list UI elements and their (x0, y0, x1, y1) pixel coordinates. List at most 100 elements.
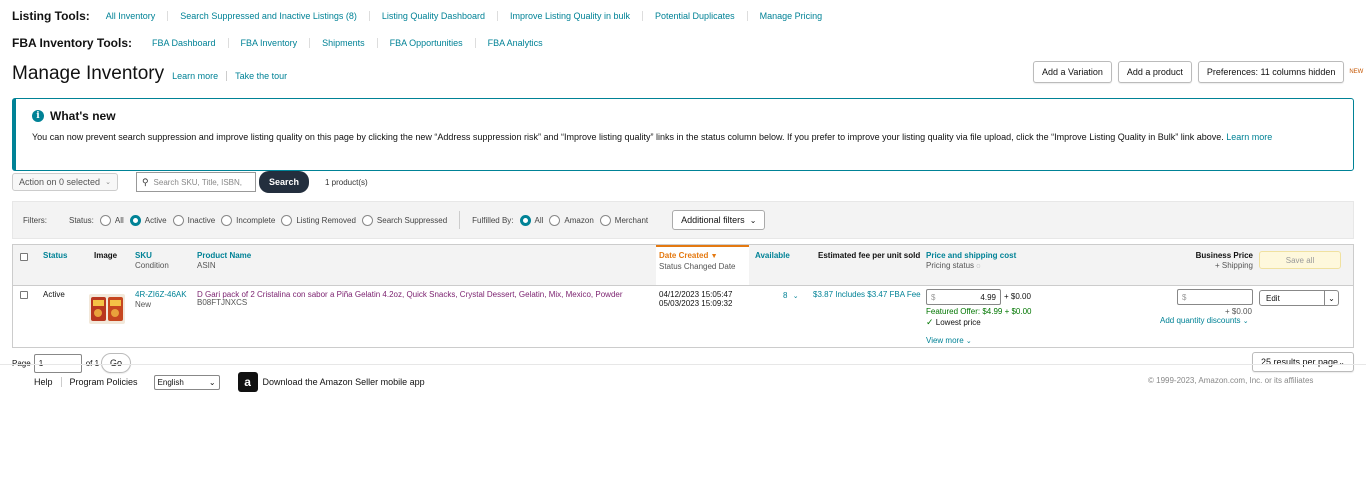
nav-search-suppressed[interactable]: Search Suppressed and Inactive Listings … (167, 11, 369, 21)
product-name-link[interactable]: D Gari pack of 2 Cristalina con sabor a … (197, 290, 652, 300)
nav-fba-inventory[interactable]: FBA Inventory (227, 38, 310, 48)
chevron-down-icon: ⌄ (105, 179, 111, 186)
take-tour-link[interactable]: Take the tour (226, 71, 295, 81)
add-product-button[interactable]: Add a product (1117, 61, 1192, 83)
page-number-input[interactable]: 1 (33, 353, 82, 373)
sku-link[interactable]: 4R-ZI6Z-46AK (135, 290, 187, 300)
listing-tools-title: Listing Tools: (12, 9, 90, 23)
whats-new-banner: i What's new You can now prevent search … (12, 98, 1354, 171)
save-all-button[interactable]: Save all (1259, 251, 1341, 269)
header-sku[interactable]: SKU Condition (135, 251, 169, 271)
business-currency: $ (1182, 292, 1187, 302)
nav-improve-listing-quality[interactable]: Improve Listing Quality in bulk (496, 11, 642, 21)
status-incomplete-label: Incomplete (236, 215, 276, 225)
header-product-label: Product Name (197, 251, 252, 260)
fulfilled-all-radio[interactable] (519, 214, 531, 226)
featured-offer: Featured Offer: $4.99 + $0.00 (926, 307, 1032, 316)
listing-tools-bar: Listing Tools: All Inventory Search Supp… (12, 8, 834, 24)
preferences-button[interactable]: Preferences: 11 columns hidden (1197, 61, 1345, 83)
search-input[interactable]: ⚲ Search SKU, Title, ISBN, (135, 172, 256, 192)
nav-listing-quality-dashboard[interactable]: Listing Quality Dashboard (368, 11, 497, 21)
page-header: Manage Inventory Learn more Take the tou… (12, 62, 295, 86)
action-dropdown[interactable]: Action on 0 selected ⌄ (12, 173, 118, 191)
program-policies-link[interactable]: Program Policies (60, 377, 146, 387)
header-date-created[interactable]: Date Created ▼ Status Changed Date (659, 251, 736, 272)
fulfilled-merchant-label: Merchant (614, 215, 649, 225)
available-quantity[interactable]: 8 ⌄ (783, 291, 799, 302)
language-select[interactable]: English ⌄ (153, 374, 220, 390)
nav-all-inventory[interactable]: All Inventory (94, 11, 168, 21)
header-price[interactable]: Price and shipping cost Pricing status ◌ (926, 251, 1016, 272)
learn-more-link[interactable]: Learn more (164, 71, 226, 81)
whats-new-title: What's new (50, 109, 116, 123)
product-image[interactable] (89, 294, 125, 324)
header-condition-label: Condition (135, 261, 169, 270)
status-all-radio[interactable] (99, 214, 111, 226)
filter-divider (459, 211, 461, 229)
inventory-toolbar: Action on 0 selected ⌄ ⚲ Search SKU, Tit… (12, 171, 368, 193)
additional-filters-button[interactable]: Additional filters ⌄ (672, 210, 766, 230)
quantity-discounts-link[interactable]: Add quantity discounts ⌄ (1160, 316, 1249, 327)
copyright: © 1999-2023, Amazon.com, Inc. or its aff… (1148, 376, 1314, 385)
nav-potential-duplicates[interactable]: Potential Duplicates (642, 11, 747, 21)
product-thumbnail (89, 294, 125, 324)
view-more-link[interactable]: View more ⌄ (926, 336, 972, 347)
fulfilled-merchant-radio[interactable] (599, 214, 611, 226)
results-per-page-select[interactable]: 25 results per page ⌄ (1252, 352, 1354, 372)
price-input[interactable]: $ 4.99 (926, 289, 1001, 305)
language-value: English (157, 377, 184, 387)
header-business-sub: + Shipping (1214, 261, 1253, 270)
header-product-name[interactable]: Product Name ASIN (197, 251, 251, 271)
chevron-down-icon: ⌄ (1242, 318, 1249, 325)
nav-fba-opportunities[interactable]: FBA Opportunities (376, 38, 475, 48)
row-status-changed: 05/03/2023 15:09:32 (659, 299, 733, 308)
nav-fba-analytics[interactable]: FBA Analytics (474, 38, 555, 48)
page-of-label: of 1 (85, 358, 100, 368)
go-button[interactable]: Go (101, 353, 132, 373)
fulfilled-amazon-label: Amazon (564, 215, 594, 225)
status-search-suppressed-radio[interactable] (361, 214, 373, 226)
chevron-down-icon: ⌄ (1338, 357, 1345, 367)
status-incomplete-radio[interactable] (221, 214, 233, 226)
row-checkbox[interactable] (20, 291, 28, 299)
fba-tools-title: FBA Inventory Tools: (12, 36, 132, 50)
page-title: Manage Inventory (12, 63, 165, 84)
download-app-link[interactable]: Download the Amazon Seller mobile app (263, 377, 425, 387)
nav-shipments[interactable]: Shipments (309, 38, 377, 48)
footer-divider (0, 364, 1366, 365)
header-image: Image (94, 251, 118, 260)
row-shipping: + $0.00 (1004, 292, 1031, 301)
amazon-app-icon[interactable]: a (237, 372, 258, 392)
filters-label: Filters: (23, 215, 47, 225)
status-active-radio[interactable] (129, 214, 141, 226)
row-asin: B08FTJNXCS (197, 298, 248, 307)
edit-button[interactable]: Edit (1259, 290, 1325, 306)
status-inactive-radio[interactable] (172, 214, 184, 226)
chevron-down-icon: ⌄ (965, 338, 972, 345)
business-price-input[interactable]: $ (1177, 289, 1253, 305)
status-listing-removed-radio[interactable] (281, 214, 293, 226)
new-badge: NEW (1349, 69, 1364, 75)
chevron-down-icon: ⌄ (749, 215, 757, 225)
chevron-down-icon: ⌄ (1328, 293, 1335, 303)
header-date-label: Date Created (659, 251, 709, 260)
header-price-label: Price and shipping cost (926, 251, 1017, 260)
select-all-checkbox[interactable] (20, 253, 28, 261)
add-variation-button[interactable]: Add a Variation (1033, 61, 1112, 83)
whats-new-learn-more[interactable]: Learn more (1226, 132, 1272, 142)
header-available[interactable]: Available (755, 251, 790, 261)
search-button[interactable]: Search (258, 171, 309, 193)
header-status[interactable]: Status (43, 251, 67, 261)
chevron-down-icon: ⌄ (208, 377, 216, 387)
fulfilled-amazon-radio[interactable] (549, 214, 561, 226)
results-per-page-label: 25 results per page (1261, 357, 1339, 367)
lowest-price: ✓ Lowest price (926, 317, 981, 327)
help-link[interactable]: Help (34, 377, 61, 387)
status-listing-removed-label: Listing Removed (296, 215, 356, 225)
nav-manage-pricing[interactable]: Manage Pricing (746, 11, 835, 21)
header-status-changed-label: Status Changed Date (659, 262, 736, 271)
page-label: Page (12, 358, 31, 368)
whats-new-body: You can now prevent search suppression a… (32, 131, 1337, 144)
edit-dropdown-toggle[interactable]: ⌄ (1325, 290, 1339, 306)
nav-fba-dashboard[interactable]: FBA Dashboard (140, 38, 228, 48)
